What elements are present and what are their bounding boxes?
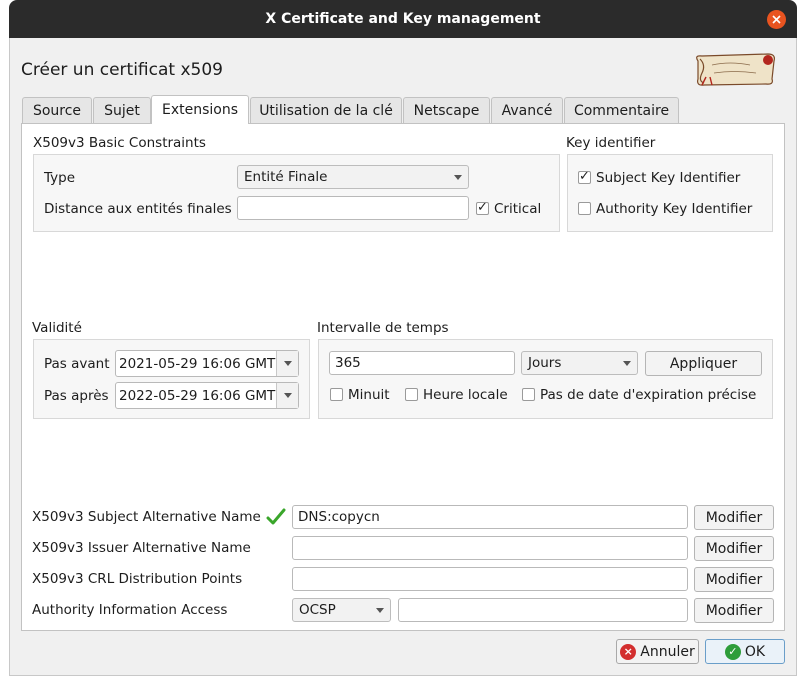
tab-label: Source xyxy=(32,102,82,119)
authority-key-identifier-label: Authority Key Identifier xyxy=(596,201,753,217)
aia-type-select[interactable]: OCSP xyxy=(292,598,391,622)
chevron-down-icon xyxy=(454,175,462,180)
time-amount-input[interactable]: 365 xyxy=(329,351,515,375)
aia-modify-button[interactable]: Modifier xyxy=(694,598,774,623)
aia-label: Authority Information Access xyxy=(32,602,228,618)
dialog-heading: Créer un certificat x509 xyxy=(21,60,223,80)
ok-label: OK xyxy=(744,643,766,660)
critical-label: Critical xyxy=(494,201,542,217)
san-label: X509v3 Subject Alternative Name xyxy=(32,509,261,525)
chevron-down-icon xyxy=(284,361,292,366)
midnight-checkbox[interactable] xyxy=(330,388,343,401)
key-identifier-group xyxy=(567,154,773,232)
type-select-value: Entité Finale xyxy=(244,169,328,185)
tab-subject[interactable]: Sujet xyxy=(93,97,151,123)
ok-check-icon: ✓ xyxy=(724,643,741,660)
chevron-down-icon xyxy=(623,361,631,366)
cancel-button[interactable]: × Annuler xyxy=(616,639,699,664)
tab-key-usage[interactable]: Utilisation de la clé xyxy=(250,97,402,123)
san-modify-button[interactable]: Modifier xyxy=(694,505,774,530)
aia-type-value: OCSP xyxy=(299,602,336,618)
san-input[interactable]: DNS:copycn xyxy=(292,505,688,529)
crl-modify-button[interactable]: Modifier xyxy=(694,567,774,592)
tab-comment[interactable]: Commentaire xyxy=(564,97,679,123)
not-before-datetime[interactable]: 2021-05-29 16:06 GMT xyxy=(115,350,299,377)
distance-label: Distance aux entités finales xyxy=(44,201,232,217)
cancel-label: Annuler xyxy=(640,643,695,660)
not-after-label: Pas après xyxy=(44,388,109,404)
tab-advanced[interactable]: Avancé xyxy=(491,97,563,123)
not-after-dropdown[interactable] xyxy=(276,383,298,408)
apply-button[interactable]: Appliquer xyxy=(645,351,762,376)
cancel-icon: × xyxy=(620,643,637,660)
not-before-value: 2021-05-29 16:06 GMT xyxy=(119,355,276,372)
tab-label: Sujet xyxy=(104,102,140,119)
tab-extensions[interactable]: Extensions xyxy=(151,95,249,124)
close-icon xyxy=(772,15,781,24)
local-time-checkbox[interactable] xyxy=(405,388,418,401)
tab-label: Extensions xyxy=(161,102,239,118)
close-button[interactable] xyxy=(767,10,786,29)
valid-check-icon xyxy=(266,508,286,525)
key-identifier-title: Key identifier xyxy=(566,135,656,151)
critical-checkbox[interactable] xyxy=(476,200,489,215)
midnight-label: Minuit xyxy=(348,387,390,403)
tab-label: Commentaire xyxy=(573,102,670,119)
distance-input[interactable] xyxy=(237,196,469,220)
ok-button[interactable]: ✓ OK xyxy=(705,639,785,664)
ian-modify-button[interactable]: Modifier xyxy=(694,536,774,561)
tab-source[interactable]: Source xyxy=(22,97,92,123)
aia-input[interactable] xyxy=(398,598,688,622)
chevron-down-icon xyxy=(284,393,292,398)
ian-input[interactable] xyxy=(292,536,688,560)
window-titlebar: X Certificate and Key management xyxy=(9,0,797,38)
tab-label: Avancé xyxy=(501,102,553,119)
authority-key-identifier-checkbox[interactable] xyxy=(578,202,591,215)
type-label: Type xyxy=(44,170,76,186)
crl-input[interactable] xyxy=(292,567,688,591)
time-range-title: Intervalle de temps xyxy=(317,320,449,336)
no-expiry-checkbox[interactable] xyxy=(522,388,535,401)
validity-title: Validité xyxy=(32,320,82,336)
xca-logo-icon xyxy=(696,53,775,86)
tab-label: Netscape xyxy=(413,102,480,119)
tab-netscape[interactable]: Netscape xyxy=(403,97,490,123)
subject-key-identifier-checkbox[interactable] xyxy=(578,169,591,184)
time-unit-value: Jours xyxy=(528,355,562,371)
chevron-down-icon xyxy=(376,608,384,613)
window-title: X Certificate and Key management xyxy=(265,11,541,27)
no-expiry-label: Pas de date d'expiration précise xyxy=(540,387,757,403)
type-select[interactable]: Entité Finale xyxy=(237,165,469,189)
ian-label: X509v3 Issuer Alternative Name xyxy=(32,540,251,556)
crl-label: X509v3 CRL Distribution Points xyxy=(32,571,243,587)
basic-constraints-title: X509v3 Basic Constraints xyxy=(33,135,206,151)
not-after-datetime[interactable]: 2022-05-29 16:06 GMT xyxy=(115,382,299,409)
not-before-label: Pas avant xyxy=(44,356,110,372)
local-time-label: Heure locale xyxy=(423,387,508,403)
tab-label: Utilisation de la clé xyxy=(259,102,393,119)
not-after-value: 2022-05-29 16:06 GMT xyxy=(119,387,276,404)
time-unit-select[interactable]: Jours xyxy=(521,351,638,375)
subject-key-identifier-label: Subject Key Identifier xyxy=(596,170,741,186)
not-before-dropdown[interactable] xyxy=(276,351,298,376)
